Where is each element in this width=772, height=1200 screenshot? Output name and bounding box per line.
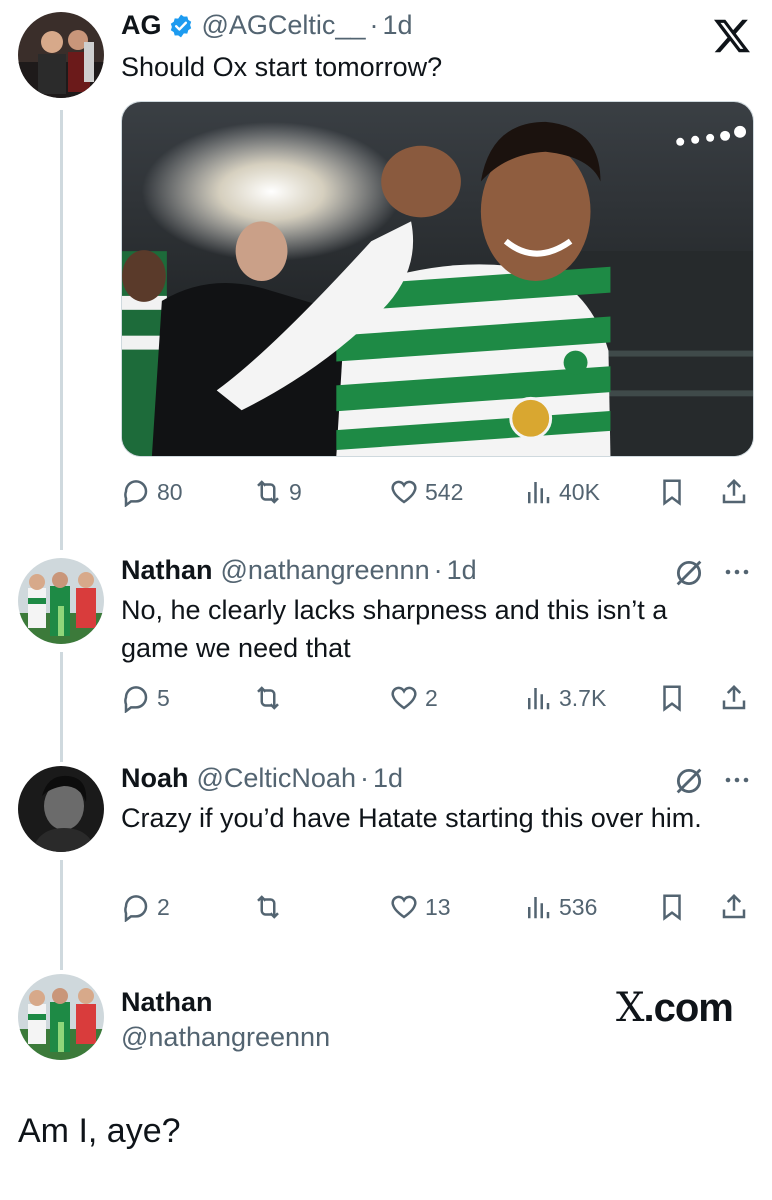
reply-icon — [124, 895, 148, 922]
avatar-image — [18, 558, 104, 644]
thread-line — [60, 652, 63, 762]
author-handle[interactable]: @AGCeltic__ — [202, 10, 366, 41]
tweet-header: Nathan @nathangreennn · 1d — [121, 555, 477, 586]
mute-icon[interactable] — [672, 556, 706, 590]
reply-button[interactable]: 5 — [121, 678, 170, 718]
share-button[interactable] — [719, 887, 749, 927]
views-button[interactable]: 40K — [523, 472, 600, 512]
like-count: 13 — [425, 893, 451, 920]
views-count: 3.7K — [559, 684, 607, 711]
like-button[interactable]: 542 — [389, 472, 463, 512]
mute-icon[interactable] — [672, 764, 706, 798]
repost-button[interactable] — [253, 887, 283, 927]
more-icon[interactable] — [722, 562, 752, 582]
reply-icon — [124, 480, 148, 507]
tweet-actions: 80 9 542 40K — [121, 472, 754, 512]
more-icon[interactable] — [722, 770, 752, 790]
xcom-watermark: X.com — [616, 985, 734, 1031]
tweet-photo[interactable] — [121, 101, 754, 457]
repost-button[interactable]: 9 — [253, 472, 302, 512]
views-icon — [528, 897, 550, 919]
like-icon — [391, 686, 417, 710]
views-button[interactable]: 3.7K — [523, 678, 606, 718]
thread-line — [60, 860, 63, 970]
timestamp[interactable]: 1d — [382, 10, 412, 41]
repost-icon — [257, 686, 279, 710]
photo-image — [122, 102, 753, 456]
like-icon — [391, 480, 417, 504]
verified-badge-icon — [170, 14, 191, 37]
avatar-image — [18, 766, 104, 852]
like-count: 2 — [425, 684, 438, 711]
author-name[interactable]: AG — [121, 10, 162, 41]
tweet-actions: 2 13 536 — [121, 887, 754, 927]
bookmark-button[interactable] — [657, 887, 687, 927]
like-button[interactable]: 13 — [389, 887, 451, 927]
tweet-actions: 5 2 3.7K — [121, 678, 754, 718]
share-icon — [722, 478, 746, 504]
timestamp[interactable]: 1d — [447, 555, 477, 586]
reply-button[interactable]: 80 — [121, 472, 183, 512]
tweet-text: Should Ox start tomorrow? — [121, 52, 443, 82]
views-icon — [528, 482, 550, 504]
reply-count: 80 — [157, 478, 183, 505]
author-handle[interactable]: @CelticNoah — [197, 763, 356, 794]
tweet-header: Noah @CelticNoah · 1d — [121, 763, 403, 794]
bookmark-button[interactable] — [657, 472, 687, 512]
bookmark-icon — [663, 685, 681, 712]
share-icon — [722, 893, 746, 919]
reply-count: 2 — [157, 893, 170, 920]
author-handle[interactable]: @nathangreennn — [221, 555, 430, 586]
xcom-x: X — [616, 985, 645, 1031]
views-count: 536 — [559, 893, 598, 920]
tweet-text: Crazy if you’d have Hatate starting this… — [121, 803, 702, 833]
avatar-image — [18, 12, 104, 98]
repost-count: 9 — [289, 478, 302, 505]
share-button[interactable] — [719, 678, 749, 718]
reply-count: 5 — [157, 684, 170, 711]
repost-icon — [257, 895, 279, 919]
like-count: 542 — [425, 478, 464, 505]
separator-dot: · — [359, 763, 369, 793]
xcom-domain: .com — [643, 986, 733, 1030]
like-icon — [391, 895, 417, 919]
separator-dot: · — [369, 10, 379, 40]
thread-line — [60, 110, 63, 550]
caption-text: Am I, aye? — [18, 1112, 181, 1150]
bookmark-icon — [663, 894, 681, 921]
views-button[interactable]: 536 — [523, 887, 597, 927]
separator-dot: · — [433, 555, 443, 585]
timestamp[interactable]: 1d — [373, 763, 403, 794]
repost-button[interactable] — [253, 678, 283, 718]
tweet-text: No, he clearly lacks sharpness and this … — [121, 595, 668, 663]
avatar[interactable] — [18, 12, 104, 98]
avatar[interactable] — [18, 974, 104, 1060]
bookmark-button[interactable] — [657, 678, 687, 718]
share-button[interactable] — [719, 472, 749, 512]
avatar[interactable] — [18, 558, 104, 644]
author-name[interactable]: Nathan — [121, 555, 213, 586]
views-count: 40K — [559, 478, 600, 505]
bookmark-icon — [663, 479, 681, 506]
like-button[interactable]: 2 — [389, 678, 438, 718]
share-icon — [722, 684, 746, 710]
author-name[interactable]: Noah — [121, 763, 189, 794]
views-icon — [528, 688, 550, 710]
reply-icon — [124, 686, 148, 713]
reply-button[interactable]: 2 — [121, 887, 170, 927]
tweet-header: AG @AGCeltic__ · 1d — [121, 10, 413, 41]
avatar[interactable] — [18, 766, 104, 852]
avatar-image — [18, 974, 104, 1060]
repost-icon — [257, 480, 279, 504]
